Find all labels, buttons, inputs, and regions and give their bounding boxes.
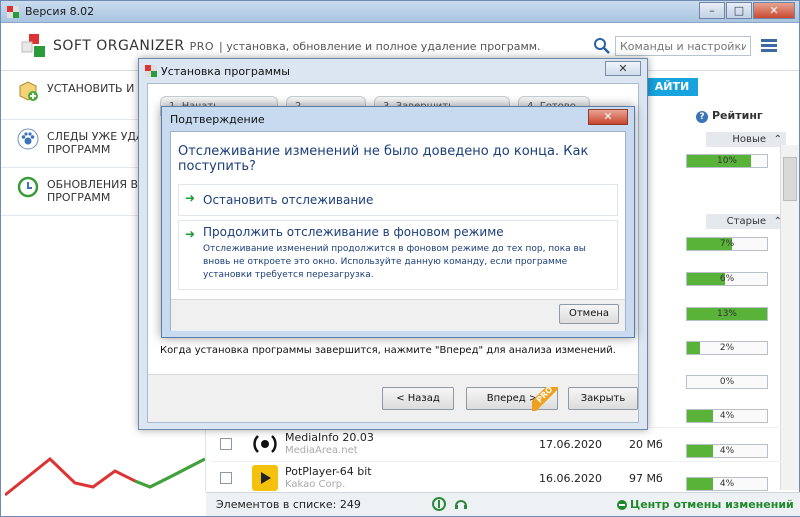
- brand-tagline: | установка, обновление и полное удалени…: [219, 40, 541, 53]
- group-new[interactable]: Новые ⌃: [706, 132, 786, 147]
- app-icon: [7, 6, 19, 18]
- install-dialog-icon: [145, 65, 157, 77]
- help-icon: ?: [696, 111, 708, 123]
- confirm-dialog-footer: Отмена: [171, 299, 625, 331]
- mediainfo-app-icon: [251, 430, 279, 458]
- rating-bar: 10%: [686, 154, 768, 168]
- hamburger-menu-icon[interactable]: [761, 39, 777, 53]
- confirm-dialog-body: Отслеживание изменений не было доведено …: [170, 131, 626, 331]
- row-date: 16.06.2020: [539, 472, 602, 485]
- rating-value: 7%: [719, 239, 735, 249]
- row-publisher: MediaArea.net: [285, 445, 358, 456]
- item-count: Элементов в списке: 249: [216, 498, 361, 511]
- close-dialog-button[interactable]: Закрыть: [568, 387, 638, 410]
- rating-bar: 0%: [686, 375, 768, 389]
- install-status-text: Когда установка программы завершится, на…: [160, 345, 616, 356]
- close-button[interactable]: ✕: [753, 2, 795, 19]
- stop-tracking-option[interactable]: ➜ Остановить отслеживание: [178, 184, 618, 216]
- rating-value: 0%: [719, 377, 735, 387]
- row-publisher: Kakao Corp.: [285, 479, 346, 490]
- install-dialog-close-button[interactable]: ✕: [605, 61, 641, 76]
- minimize-button[interactable]: –: [699, 2, 725, 19]
- rating-value: 13%: [716, 309, 737, 319]
- group-old-label: Старые: [726, 216, 766, 227]
- rating-bar: 13%: [686, 307, 768, 321]
- background-tracking-option[interactable]: ➜ Продолжить отслеживание в фоновом режи…: [178, 220, 618, 290]
- install-dialog-footer: < Назад Вперед > PRO Закрыть: [148, 374, 638, 422]
- potplayer-app-icon: [252, 465, 278, 491]
- next-button[interactable]: Вперед > PRO: [466, 387, 558, 411]
- rating-fill: [687, 410, 713, 422]
- window-controls: – □ ✕: [698, 2, 795, 19]
- activity-sparkline-icon: [5, 457, 205, 497]
- list-scrollbar[interactable]: [780, 145, 799, 490]
- find-button[interactable]: АЙТИ: [646, 78, 698, 96]
- update-refresh-icon: [17, 176, 39, 198]
- next-button-label: Вперед >: [486, 393, 538, 404]
- rating-value: 10%: [716, 156, 737, 166]
- rating-fill: [687, 342, 700, 354]
- search-input[interactable]: [615, 36, 751, 56]
- option-title: Продолжить отслеживание в фоновом режиме: [203, 225, 504, 239]
- brand: SOFT ORGANIZER PRO | установка, обновлен…: [53, 38, 541, 54]
- row-size: 20 Мб: [629, 438, 663, 451]
- rating-value: 4%: [719, 411, 735, 421]
- search-icon[interactable]: [593, 37, 611, 55]
- paw-print-icon: [17, 128, 39, 150]
- rating-bar: 4%: [686, 409, 768, 423]
- cancel-button[interactable]: Отмена: [559, 304, 619, 324]
- maximize-button[interactable]: □: [726, 2, 752, 19]
- confirm-dialog: Подтверждение ✕ Отслеживание изменений н…: [161, 106, 635, 338]
- green-arrow-icon: ➜: [185, 227, 196, 241]
- row-checkbox[interactable]: [220, 472, 232, 484]
- undo-center-link[interactable]: Центр отмены изменений: [630, 498, 794, 511]
- group-new-label: Новые: [732, 134, 766, 145]
- install-box-icon: [19, 81, 38, 101]
- row-checkbox[interactable]: [220, 438, 232, 450]
- logo-icon: [21, 34, 45, 57]
- rating-value: 6%: [719, 274, 735, 284]
- support-headset-icon[interactable]: [454, 497, 468, 511]
- brand-name: SOFT ORGANIZER: [53, 38, 185, 54]
- rating-header-label: Рейтинг: [712, 109, 763, 122]
- android-icon[interactable]: [432, 497, 446, 511]
- table-row[interactable]: PotPlayer-64 bit Kakao Corp. 16.06.2020 …: [211, 461, 781, 495]
- table-row[interactable]: MediaInfo 20.03 MediaArea.net 17.06.2020…: [211, 427, 781, 461]
- back-button[interactable]: < Назад: [382, 387, 454, 410]
- confirm-dialog-title: Подтверждение: [170, 113, 265, 126]
- option-description: Отслеживание изменений продолжится в фон…: [203, 244, 586, 280]
- brand-pro: PRO: [189, 40, 215, 53]
- rating-value: 2%: [719, 343, 735, 353]
- window-title: Версия 8.02: [25, 5, 95, 18]
- green-arrow-icon: ➜: [185, 191, 196, 205]
- group-old[interactable]: Старые ⌃: [706, 214, 786, 229]
- title-bar: Версия 8.02 – □ ✕: [1, 1, 799, 23]
- rating-bar: 6%: [686, 272, 768, 286]
- confirm-dialog-close-button[interactable]: ✕: [588, 109, 628, 125]
- rating-header[interactable]: ? Рейтинг: [696, 109, 763, 123]
- row-size: 97 Мб: [629, 472, 663, 485]
- undo-center-icon: [617, 500, 627, 510]
- pro-badge: PRO: [532, 387, 558, 411]
- rating-bar: 7%: [686, 237, 768, 251]
- status-bar: Элементов в списке: 249 Центр отмены изм…: [206, 492, 800, 516]
- row-name: PotPlayer-64 bit: [285, 465, 372, 478]
- rating-bar: 2%: [686, 341, 768, 355]
- option-title: Остановить отслеживание: [203, 193, 374, 207]
- confirm-question: Отслеживание изменений не было доведено …: [178, 144, 589, 174]
- install-dialog-title: Установка программы: [161, 65, 290, 78]
- scrollbar-thumb[interactable]: [783, 157, 797, 201]
- pro-ribbon: PRO: [532, 387, 558, 411]
- row-name: MediaInfo 20.03: [285, 431, 374, 444]
- row-date: 17.06.2020: [539, 438, 602, 451]
